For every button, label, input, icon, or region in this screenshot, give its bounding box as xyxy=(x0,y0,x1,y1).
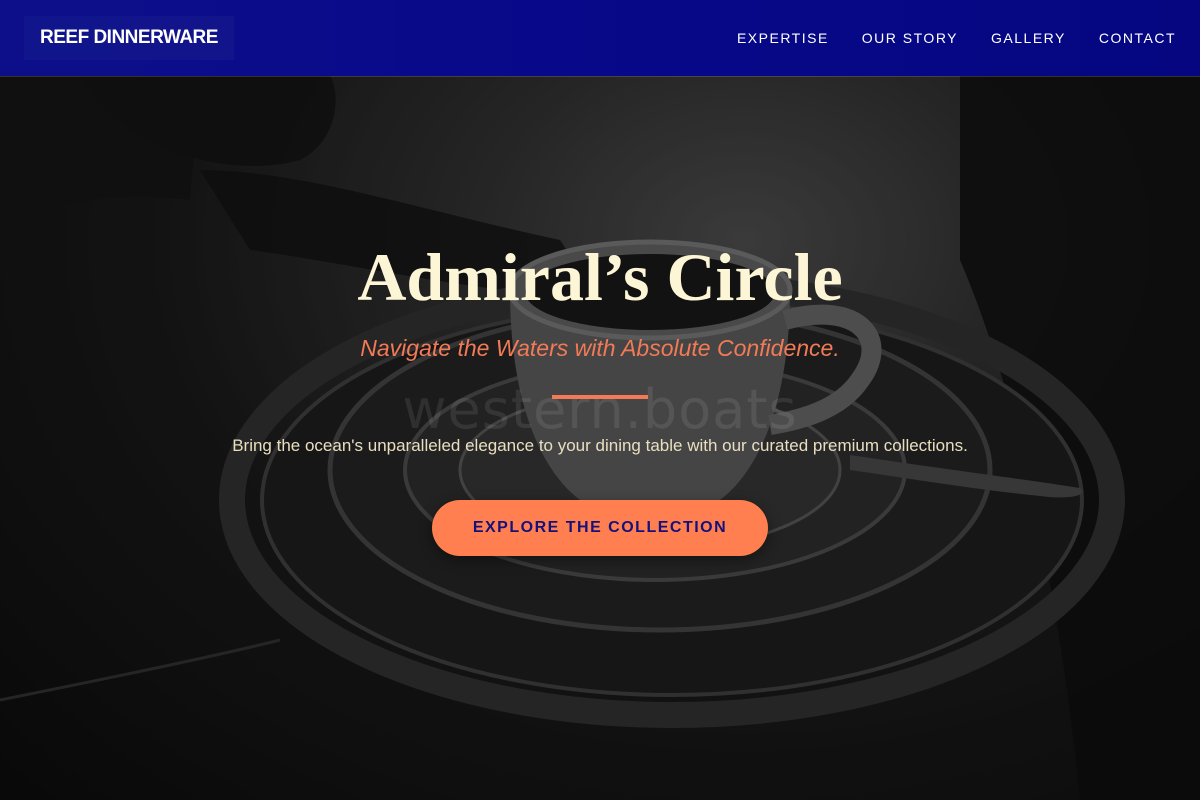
hero-divider xyxy=(552,395,648,399)
top-navbar: REEF DINNERWARE EXPERTISE OUR STORY GALL… xyxy=(0,0,1200,76)
nav-link-contact[interactable]: CONTACT xyxy=(1099,30,1176,46)
nav-link-gallery[interactable]: GALLERY xyxy=(991,30,1066,46)
hero-section: western.boats Admiral’s Circle Navigate … xyxy=(0,76,1200,800)
nav-link-expertise[interactable]: EXPERTISE xyxy=(737,30,829,46)
explore-collection-button[interactable]: EXPLORE THE COLLECTION xyxy=(432,500,768,556)
nav-link-our-story[interactable]: OUR STORY xyxy=(862,30,958,46)
hero-tagline: Navigate the Waters with Absolute Confid… xyxy=(360,335,840,361)
hero-title: Admiral’s Circle xyxy=(357,239,843,315)
brand-logo[interactable]: REEF DINNERWARE xyxy=(24,16,234,60)
nav-links: EXPERTISE OUR STORY GALLERY CONTACT xyxy=(704,30,1176,46)
hero-description: Bring the ocean's unparalleled elegance … xyxy=(232,436,968,455)
watermark-text: western.boats xyxy=(402,378,798,441)
